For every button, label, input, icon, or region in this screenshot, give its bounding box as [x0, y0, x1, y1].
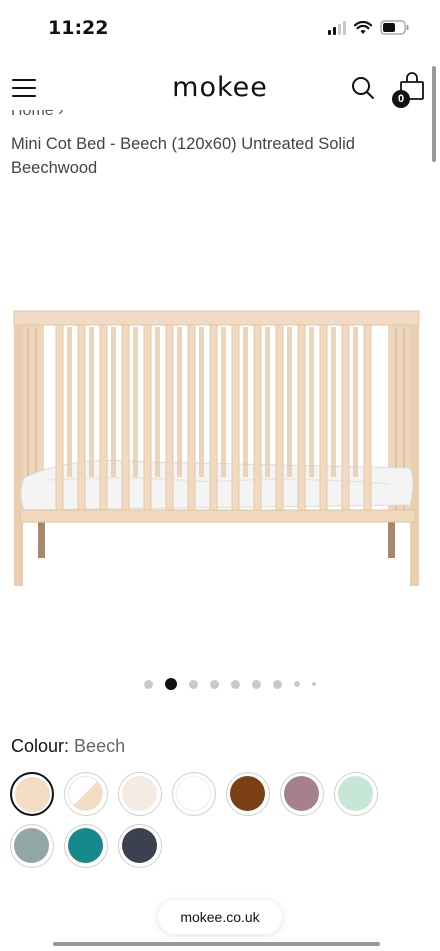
carousel-dot[interactable] [144, 679, 153, 689]
colour-swatch-mint[interactable] [334, 772, 378, 816]
colour-swatch-mauve[interactable] [280, 772, 324, 816]
site-header: mokee [0, 62, 440, 118]
status-bar: 11:22 [0, 0, 440, 56]
colour-swatch-white-beech[interactable] [64, 772, 108, 816]
colour-swatch-fill [122, 776, 157, 811]
carousel-dot[interactable] [273, 679, 282, 689]
page-scrollbar[interactable] [432, 66, 436, 162]
carousel-dot[interactable] [210, 679, 219, 689]
colour-swatch-navy[interactable] [118, 824, 162, 868]
breadcrumb-home-link[interactable]: Home [11, 110, 54, 119]
colour-swatch-sage-grey[interactable] [10, 824, 54, 868]
image-carousel-dots [0, 678, 440, 690]
colour-swatch-teal[interactable] [64, 824, 108, 868]
breadcrumb-separator: › [58, 110, 64, 119]
colour-swatch-fill [15, 777, 50, 812]
colour-swatch-fill [284, 776, 319, 811]
browser-url-bar[interactable]: mokee.co.uk [158, 900, 282, 934]
battery-icon [380, 20, 409, 35]
carousel-dot[interactable] [189, 679, 198, 689]
carousel-dot[interactable] [294, 681, 300, 687]
status-time: 11:22 [48, 17, 109, 39]
cellular-signal-icon [328, 20, 346, 35]
colour-label-text: Colour: [11, 736, 70, 756]
product-image[interactable] [10, 300, 425, 600]
colour-swatch-fill [230, 776, 265, 811]
wifi-icon [354, 20, 372, 34]
product-title: Mini Cot Bed - Beech (120x60) Untreated … [11, 135, 355, 177]
search-icon[interactable] [351, 76, 375, 100]
carousel-dot[interactable] [165, 678, 177, 690]
colour-swatch-fill [14, 828, 49, 863]
colour-swatch-fill [176, 776, 211, 811]
colour-swatch-fill [68, 776, 103, 811]
cart-count-badge: 0 [392, 90, 410, 108]
home-indicator[interactable] [53, 942, 380, 946]
carousel-dot[interactable] [231, 679, 240, 689]
colour-swatch-beech[interactable] [10, 772, 54, 816]
carousel-dot[interactable] [252, 679, 261, 689]
colour-swatch-ivory[interactable] [118, 772, 162, 816]
colour-swatch-fill [122, 828, 157, 863]
colour-selected-value: Beech [74, 736, 126, 756]
colour-swatch-fill [68, 828, 103, 863]
breadcrumb: Home › [11, 110, 63, 124]
colour-label: Colour: Beech [11, 736, 125, 757]
carousel-dot[interactable] [312, 682, 316, 686]
colour-swatch-fill [338, 776, 373, 811]
colour-swatch-white[interactable] [172, 772, 216, 816]
status-icons [328, 20, 410, 35]
colour-swatch-walnut[interactable] [226, 772, 270, 816]
